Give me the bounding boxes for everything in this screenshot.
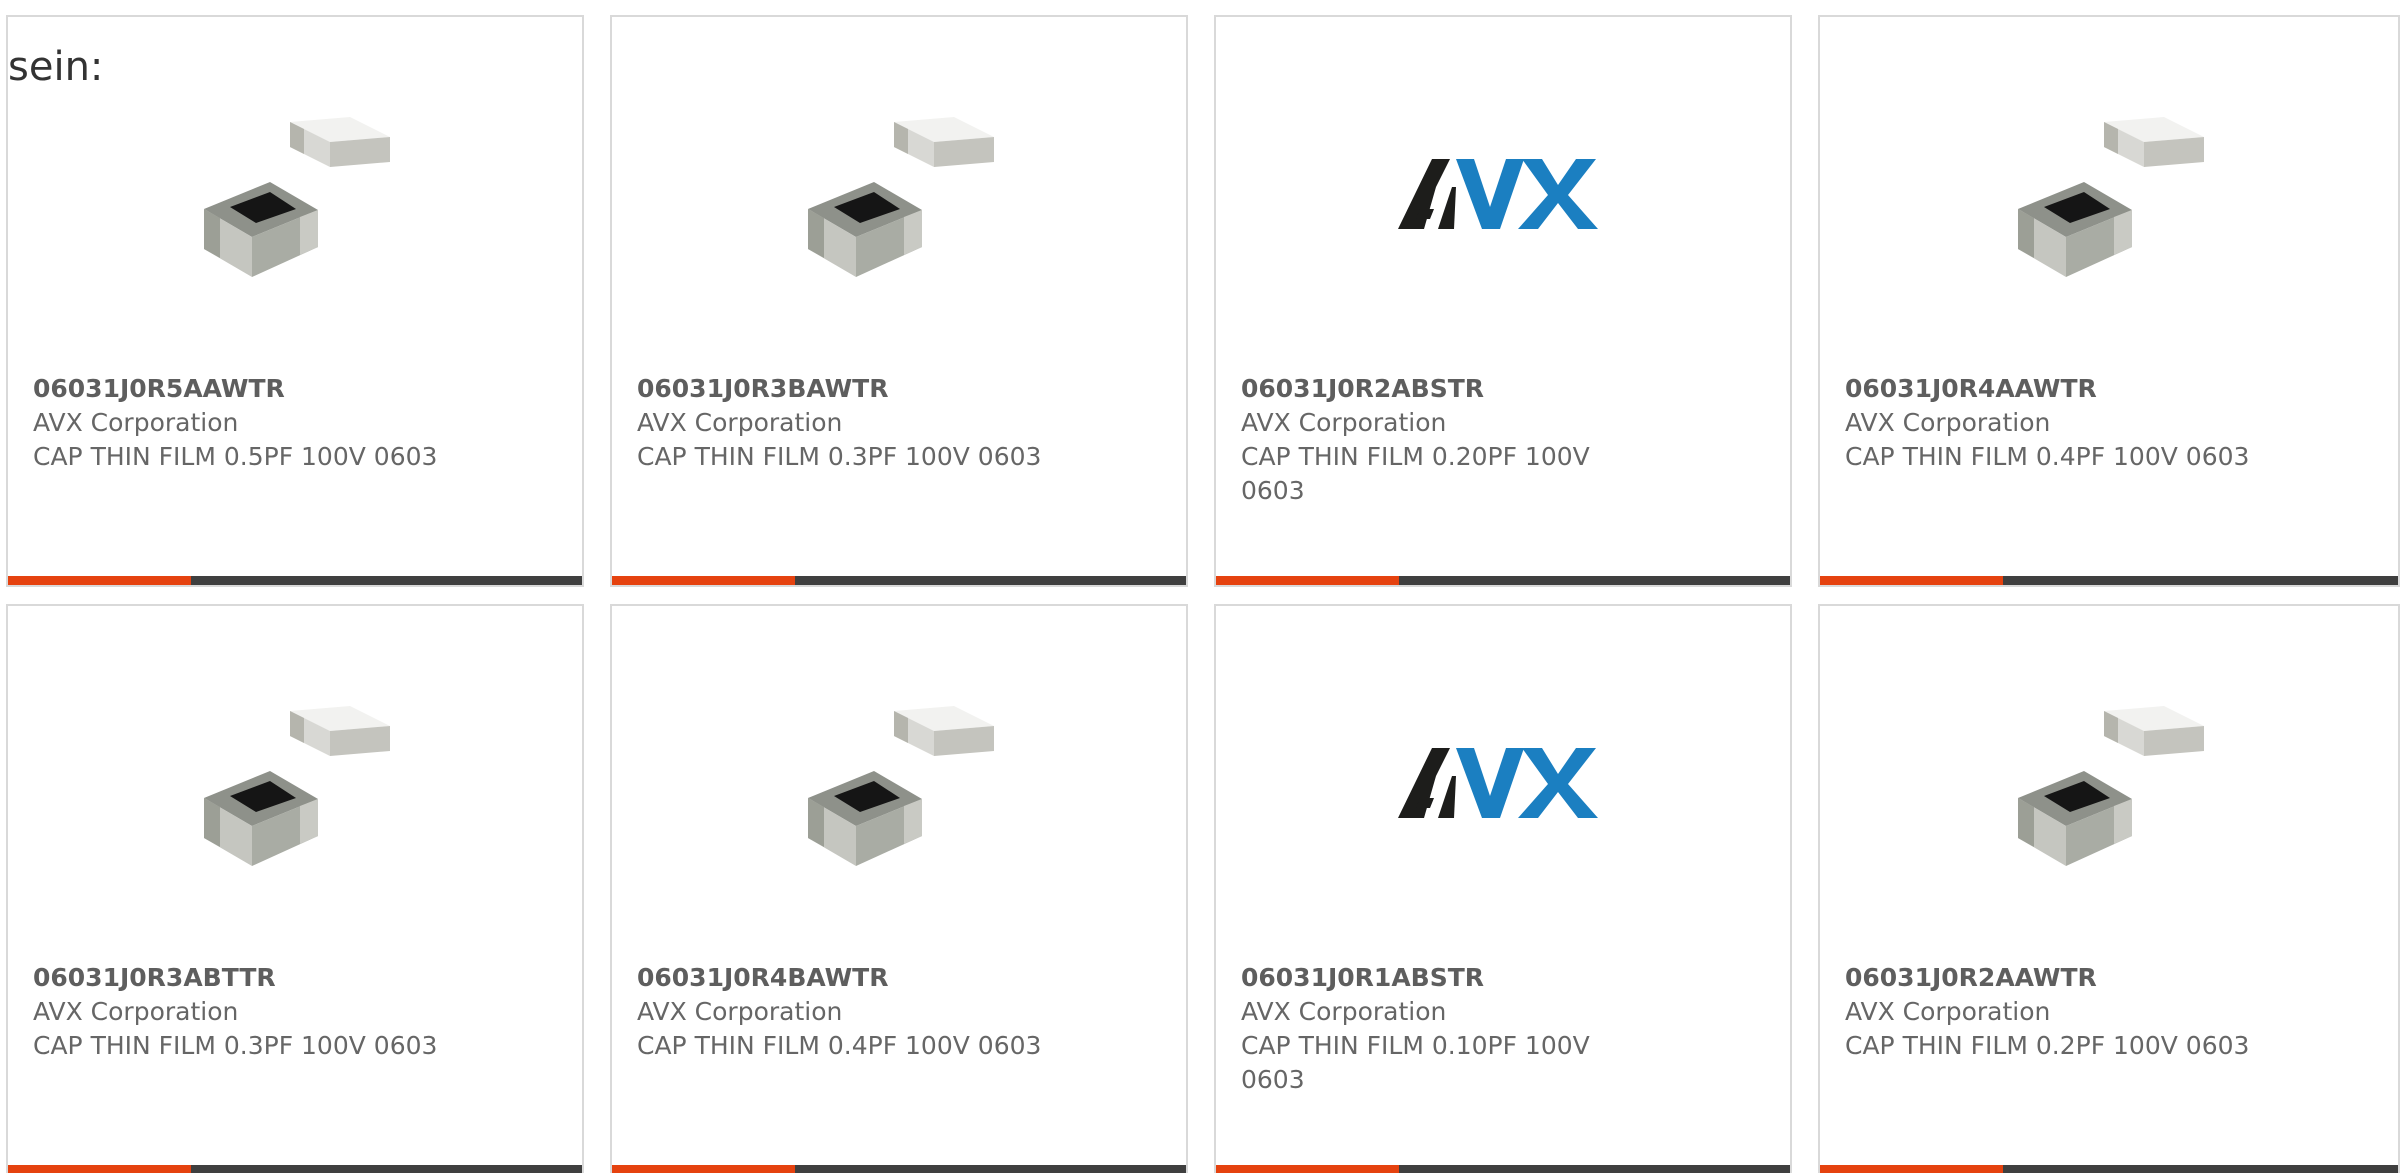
card-accent-bar — [8, 576, 191, 585]
product-description: CAP THIN FILM 0.4PF 100V 0603 — [1845, 442, 2250, 471]
manufacturer-name: AVX Corporation — [1845, 408, 2051, 437]
manufacturer-name: AVX Corporation — [33, 997, 239, 1026]
card-footer-bar — [1216, 576, 1790, 585]
product-description: CAP THIN FILM 0.20PF 100V 0603 — [1241, 442, 1590, 505]
capacitor-chip-small — [290, 117, 390, 167]
part-number-link[interactable]: 06031J0R3BAWTR — [637, 372, 1057, 406]
product-description: CAP THIN FILM 0.5PF 100V 0603 — [33, 442, 438, 471]
product-meta: 06031J0R3ABTTR AVX Corporation CAP THIN … — [33, 961, 453, 1063]
capacitor-chip-image[interactable] — [1820, 87, 2398, 307]
product-grid-page: sein: 06031J0R5AAWTR AVX Corporation CAP… — [0, 0, 2400, 1173]
part-number-link[interactable]: 06031J0R4AAWTR — [1845, 372, 2265, 406]
product-description: CAP THIN FILM 0.10PF 100V 0603 — [1241, 1031, 1590, 1094]
card-footer-bar — [612, 576, 1186, 585]
product-card[interactable]: 06031J0R2ABSTR AVX Corporation CAP THIN … — [1214, 15, 1792, 587]
product-grid: 06031J0R5AAWTR AVX Corporation CAP THIN … — [0, 0, 2400, 1173]
manufacturer-name: AVX Corporation — [637, 408, 843, 437]
part-number-link[interactable]: 06031J0R3ABTTR — [33, 961, 453, 995]
manufacturer-name: AVX Corporation — [637, 997, 843, 1026]
avx-logo[interactable] — [1216, 87, 1790, 307]
card-footer-bar — [8, 1165, 582, 1173]
card-footer-bar — [1820, 576, 2398, 585]
part-number-link[interactable]: 06031J0R1ABSTR — [1241, 961, 1661, 995]
product-card[interactable]: 06031J0R4AAWTR AVX Corporation CAP THIN … — [1818, 15, 2400, 587]
product-meta: 06031J0R3BAWTR AVX Corporation CAP THIN … — [637, 372, 1057, 474]
product-card[interactable]: 06031J0R1ABSTR AVX Corporation CAP THIN … — [1214, 604, 1792, 1173]
capacitor-chip-image[interactable] — [612, 676, 1186, 896]
product-card[interactable]: 06031J0R3ABTTR AVX Corporation CAP THIN … — [6, 604, 584, 1173]
card-accent-bar — [1820, 576, 2003, 585]
product-description: CAP THIN FILM 0.2PF 100V 0603 — [1845, 1031, 2250, 1060]
capacitor-chip-image[interactable] — [8, 87, 582, 307]
part-number-link[interactable]: 06031J0R2ABSTR — [1241, 372, 1661, 406]
product-meta: 06031J0R1ABSTR AVX Corporation CAP THIN … — [1241, 961, 1661, 1097]
card-footer-bar — [1820, 1165, 2398, 1173]
product-meta: 06031J0R4BAWTR AVX Corporation CAP THIN … — [637, 961, 1057, 1063]
capacitor-chip-large — [204, 182, 318, 277]
truncated-heading: sein: — [8, 44, 106, 90]
card-accent-bar — [8, 1165, 191, 1173]
manufacturer-name: AVX Corporation — [1241, 408, 1447, 437]
card-footer-bar — [8, 576, 582, 585]
card-footer-bar — [612, 1165, 1186, 1173]
manufacturer-name: AVX Corporation — [1241, 997, 1447, 1026]
card-accent-bar — [1216, 576, 1399, 585]
part-number-link[interactable]: 06031J0R5AAWTR — [33, 372, 453, 406]
manufacturer-name: AVX Corporation — [33, 408, 239, 437]
card-footer-bar — [1216, 1165, 1790, 1173]
product-description: CAP THIN FILM 0.3PF 100V 0603 — [33, 1031, 438, 1060]
part-number-link[interactable]: 06031J0R4BAWTR — [637, 961, 1057, 995]
product-meta: 06031J0R4AAWTR AVX Corporation CAP THIN … — [1845, 372, 2265, 474]
product-card[interactable]: 06031J0R5AAWTR AVX Corporation CAP THIN … — [6, 15, 584, 587]
product-meta: 06031J0R2AAWTR AVX Corporation CAP THIN … — [1845, 961, 2265, 1063]
part-number-link[interactable]: 06031J0R2AAWTR — [1845, 961, 2265, 995]
avx-logo[interactable] — [1216, 676, 1790, 896]
capacitor-chip-image[interactable] — [1820, 676, 2398, 896]
manufacturer-name: AVX Corporation — [1845, 997, 2051, 1026]
product-card[interactable]: 06031J0R2AAWTR AVX Corporation CAP THIN … — [1818, 604, 2400, 1173]
product-description: CAP THIN FILM 0.4PF 100V 0603 — [637, 1031, 1042, 1060]
product-meta: 06031J0R2ABSTR AVX Corporation CAP THIN … — [1241, 372, 1661, 508]
product-card[interactable]: 06031J0R3BAWTR AVX Corporation CAP THIN … — [610, 15, 1188, 587]
product-description: CAP THIN FILM 0.3PF 100V 0603 — [637, 442, 1042, 471]
product-card[interactable]: 06031J0R4BAWTR AVX Corporation CAP THIN … — [610, 604, 1188, 1173]
product-meta: 06031J0R5AAWTR AVX Corporation CAP THIN … — [33, 372, 453, 474]
card-accent-bar — [612, 576, 795, 585]
card-accent-bar — [1820, 1165, 2003, 1173]
card-accent-bar — [612, 1165, 795, 1173]
capacitor-chip-image[interactable] — [8, 676, 582, 896]
card-accent-bar — [1216, 1165, 1399, 1173]
capacitor-chip-image[interactable] — [612, 87, 1186, 307]
